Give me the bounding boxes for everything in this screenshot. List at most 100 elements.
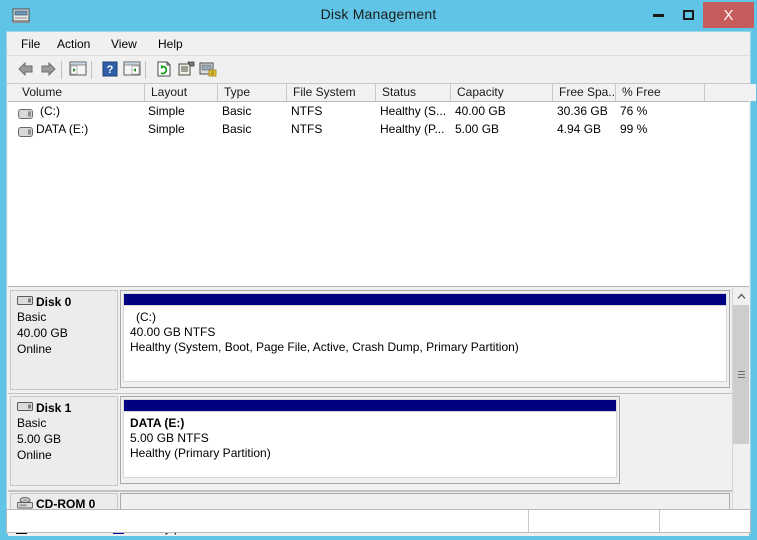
column-header-file-system[interactable]: File System (287, 84, 376, 101)
cell-percent-free: 99 % (620, 122, 648, 136)
column-header-capacity[interactable]: Capacity (451, 84, 553, 101)
column-header-free-space[interactable]: Free Spa... (553, 84, 616, 101)
cell-percent-free: 76 % (620, 104, 648, 118)
menu-bar: File Action View Help (7, 32, 750, 56)
cell-status: Healthy (P... (380, 122, 445, 136)
disk-scroll-content: Disk 0 Basic 40.00 GB Online (C:) 40.00 … (8, 288, 732, 520)
disk-label-0: Disk 0 (36, 295, 72, 309)
disk-graph-1: DATA (E:) 5.00 GB NTFS Healthy (Primary … (120, 396, 620, 484)
svg-text:?: ? (107, 64, 114, 76)
graphical-disk-view: Disk 0 Basic 40.00 GB Online (C:) 40.00 … (8, 288, 749, 520)
partition-size-fs-0: 40.00 GB NTFS (130, 325, 216, 339)
status-bar (6, 509, 751, 533)
partition-1-e[interactable]: DATA (E:) 5.00 GB NTFS Healthy (Primary … (123, 412, 617, 478)
disk-row-1[interactable]: Disk 1 Basic 5.00 GB Online DATA (E:) 5.… (8, 394, 732, 491)
scroll-up-button[interactable] (733, 288, 749, 305)
disk-icon (17, 295, 33, 309)
cell-volume-label: (C:) (40, 104, 60, 118)
disk-type-0: Basic (17, 310, 47, 324)
show-hide-action-pane-icon (123, 61, 141, 80)
menu-view[interactable]: View (105, 36, 143, 53)
title-bar: Disk Management X (0, 0, 757, 31)
menu-help[interactable]: Help (152, 36, 189, 53)
disk-name-0: Disk 0 (17, 295, 111, 309)
column-header-layout[interactable]: Layout (145, 84, 218, 101)
disk-row-0[interactable]: Disk 0 Basic 40.00 GB Online (C:) 40.00 … (8, 288, 732, 394)
partition-size-fs-1: 5.00 GB NTFS (130, 431, 209, 445)
disk-label-1: Disk 1 (36, 401, 72, 415)
column-header-filler[interactable] (705, 84, 756, 101)
toolbar-separator-1 (61, 61, 62, 79)
rescan-disks-icon (199, 61, 217, 80)
toolbar: ? (7, 56, 750, 84)
rescan-disks-button[interactable] (197, 59, 219, 81)
volume-icon (18, 124, 33, 137)
table-row[interactable]: (C:) Simple Basic NTFS Healthy (S... 40.… (8, 102, 749, 120)
column-header-volume[interactable]: Volume (16, 84, 145, 101)
column-header-percent-free[interactable]: % Free (616, 84, 705, 101)
chevron-up-icon (737, 292, 746, 302)
refresh-button[interactable] (153, 59, 175, 81)
forward-button[interactable] (37, 59, 59, 81)
back-icon (17, 61, 35, 80)
cell-free-space: 30.36 GB (557, 104, 608, 118)
partition-status-1: Healthy (Primary Partition) (130, 446, 271, 460)
menu-action[interactable]: Action (51, 36, 96, 53)
partition-header-bar-1 (123, 399, 617, 412)
back-button[interactable] (15, 59, 37, 81)
maximize-button[interactable] (673, 2, 703, 28)
cell-volume: DATA (E:) (18, 120, 145, 138)
properties-icon (177, 61, 195, 80)
cell-layout: Simple (148, 122, 185, 136)
disk-state-1: Online (17, 448, 52, 462)
partition-header-bar-0 (123, 293, 727, 306)
volume-icon (18, 106, 33, 119)
help-icon: ? (102, 61, 118, 80)
disk-size-0: 40.00 GB (17, 326, 68, 340)
cell-file-system: NTFS (291, 104, 323, 118)
disk-management-window: Disk Management X File Action View Help (0, 0, 757, 540)
partition-status-0: Healthy (System, Boot, Page File, Active… (130, 340, 519, 354)
show-hide-console-tree-icon (69, 61, 87, 80)
cell-file-system: NTFS (291, 122, 323, 136)
column-header-type[interactable]: Type (218, 84, 287, 101)
disk-size-1: 5.00 GB (17, 432, 62, 446)
partition-0-c[interactable]: (C:) 40.00 GB NTFS Healthy (System, Boot… (123, 306, 727, 382)
refresh-icon (156, 61, 172, 80)
maximize-icon (682, 10, 694, 20)
close-icon: X (723, 6, 734, 24)
disk-state-0: Online (17, 342, 52, 356)
volume-list-header: Volume Layout Type File System Status Ca… (8, 84, 756, 102)
cell-free-space: 4.94 GB (557, 122, 602, 136)
scroll-thumb[interactable] (733, 305, 749, 444)
disk-icon (17, 401, 33, 415)
table-row[interactable]: DATA (E:) Simple Basic NTFS Healthy (P..… (8, 120, 749, 138)
scroll-thumb-grip (737, 371, 745, 378)
column-header-status[interactable]: Status (376, 84, 451, 101)
cell-layout: Simple (148, 104, 185, 118)
close-button[interactable]: X (703, 2, 754, 28)
forward-icon (39, 61, 57, 80)
volume-list-rows: (C:) Simple Basic NTFS Healthy (S... 40.… (8, 102, 749, 138)
menu-file[interactable]: File (15, 36, 46, 53)
disk-name-1: Disk 1 (17, 401, 111, 415)
cell-volume: (C:) (18, 102, 145, 120)
help-button[interactable]: ? (99, 59, 121, 81)
status-segment-1 (7, 510, 529, 532)
disk-info-1[interactable]: Disk 1 Basic 5.00 GB Online (10, 396, 118, 486)
disk-panel-scrollbar[interactable] (732, 288, 749, 520)
minimize-button[interactable] (643, 2, 673, 28)
minimize-icon (652, 13, 664, 17)
cell-capacity: 5.00 GB (455, 122, 500, 136)
disk-info-0[interactable]: Disk 0 Basic 40.00 GB Online (10, 290, 118, 390)
status-segment-2 (529, 510, 660, 532)
show-hide-action-pane-button[interactable] (121, 59, 143, 81)
partition-title-1: DATA (E:) (130, 416, 185, 430)
status-segment-3 (660, 510, 750, 532)
show-hide-console-tree-button[interactable] (67, 59, 89, 81)
properties-button[interactable] (175, 59, 197, 81)
volume-list: Volume Layout Type File System Status Ca… (8, 84, 756, 287)
cell-volume-label: DATA (E:) (36, 122, 89, 136)
disk-graph-0: (C:) 40.00 GB NTFS Healthy (System, Boot… (120, 290, 730, 388)
cell-capacity: 40.00 GB (455, 104, 506, 118)
